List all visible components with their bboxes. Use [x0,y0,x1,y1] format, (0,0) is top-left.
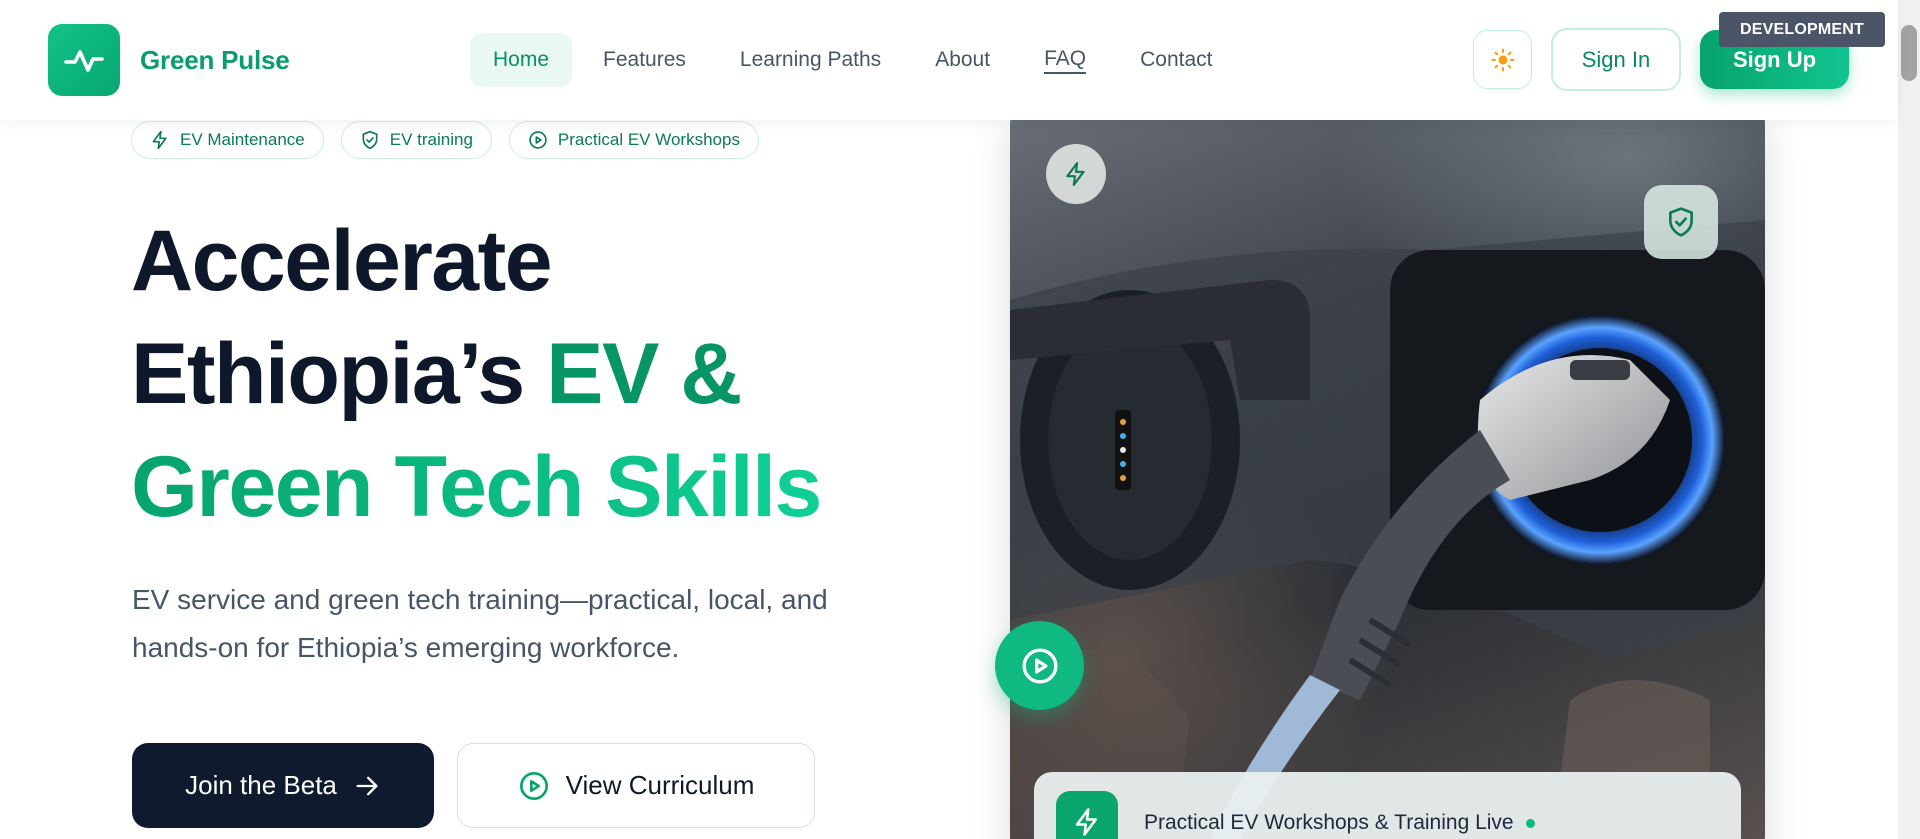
bolt-icon [152,130,167,150]
view-curriculum-label: View Curriculum [565,770,755,800]
tag-ev-maintenance[interactable]: EV Maintenance [131,121,324,159]
live-indicator-dot [1525,818,1535,828]
theme-toggle-button[interactable] [1473,30,1532,89]
tag-label: EV training [389,130,473,149]
nav-item-home[interactable]: Home [470,33,573,87]
topic-tags: EV Maintenance EV training Practical EV … [131,121,759,159]
tag-label: EV Maintenance [180,130,305,149]
brand-logo-link[interactable]: Green Pulse [48,24,290,96]
bolt-icon [1066,162,1085,186]
join-beta-button[interactable]: Join the Beta [132,743,434,828]
bolt-chip-button[interactable] [1046,144,1106,204]
nav-contact-label: Contact [1140,48,1213,71]
nav-item-learning-paths[interactable]: Learning Paths [717,33,904,87]
nav-item-contact[interactable]: Contact [1117,33,1235,87]
nav-item-features[interactable]: Features [580,33,709,87]
nav-about-label: About [935,48,991,71]
nav-faq-label: FAQ [1044,47,1087,74]
tag-ev-training[interactable]: EV training [340,121,492,159]
hero-headline: Accelerate Ethiopia’s EV & Green Tech Sk… [131,205,822,544]
top-navbar: Green Pulse Home Features Learning Paths… [0,0,1898,120]
nav-learning-paths-label: Learning Paths [739,48,882,71]
nav-item-about[interactable]: About [912,33,1013,87]
live-status-text-row: Practical EV Workshops & Training Live [1144,811,1535,835]
tag-label: Practical EV Workshops [557,130,740,149]
nav-features-label: Features [603,48,686,71]
pulse-logo-icon [48,24,120,96]
join-beta-label: Join the Beta [185,770,337,800]
view-curriculum-button[interactable]: View Curriculum [457,743,815,828]
shield-check-icon [362,130,378,150]
scrollbar-thumb[interactable] [1901,25,1917,81]
nav-item-faq[interactable]: FAQ [1021,33,1109,87]
environment-badge: DEVELOPMENT [1719,12,1885,47]
play-circle-icon [1022,648,1057,683]
arrow-right-icon [356,776,378,795]
page-scrollbar[interactable] [1898,0,1920,839]
headline-line-1: Accelerate [131,213,553,309]
hero-subtitle: EV service and green tech training—pract… [132,584,828,663]
headline-line-2-dark: Ethiopia’s [131,326,525,422]
play-circle-icon [519,771,548,800]
live-status-banner: Practical EV Workshops & Training Live [1034,772,1741,839]
brand-name: Green Pulse [140,44,290,75]
live-status-label: Practical EV Workshops & Training Live [1144,811,1514,834]
nav-home-label: Home [493,48,550,71]
headline-line-3: Green Tech Skills [131,439,822,535]
shield-check-icon [1669,207,1693,237]
tag-practical-workshops[interactable]: Practical EV Workshops [508,121,759,159]
sun-icon [1491,48,1514,71]
sign-in-button[interactable]: Sign In [1551,28,1681,91]
play-circle-icon [529,131,547,149]
main-nav: Home Features Learning Paths About FAQ C… [470,33,1235,87]
play-video-button[interactable] [995,621,1084,710]
headline-line-2-green: EV & [546,326,742,422]
bolt-icon [1056,791,1118,839]
shield-chip-button[interactable] [1644,185,1718,259]
